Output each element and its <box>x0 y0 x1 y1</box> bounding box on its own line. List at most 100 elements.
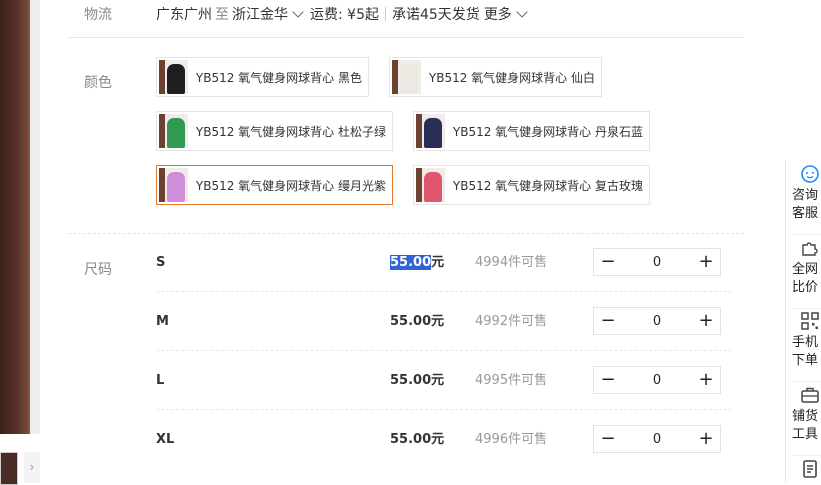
shipping-fee: 运费: ¥5起 <box>310 7 379 23</box>
color-swatch-image <box>159 114 188 148</box>
sidebar-item[interactable] <box>792 459 821 482</box>
divider <box>68 37 744 38</box>
sidebar-item[interactable]: 手机 下单 <box>792 311 821 370</box>
thumbnail-next-arrow[interactable]: › <box>24 452 40 483</box>
color-option[interactable]: YB512 氧气健身网球背心 复古玫瑰 <box>413 165 650 205</box>
color-swatch-image <box>416 114 445 148</box>
more-button[interactable]: 更多 <box>484 4 512 24</box>
currency-unit: 元 <box>431 314 445 329</box>
color-option[interactable]: YB512 氧气健身网球背心 缦月光紫 <box>156 165 393 205</box>
delivery-promise: 承诺45天发货 <box>391 7 480 23</box>
floating-sidebar: 咨询客服全网比价手机下单铺货工具 <box>785 160 821 483</box>
ship-from: 广东广州 <box>156 7 212 23</box>
price-value: 55.00 <box>390 314 432 329</box>
price-value: 55.00 <box>390 432 432 447</box>
increment-button[interactable]: + <box>692 308 720 334</box>
size-name: XL <box>156 432 175 447</box>
decrement-button[interactable]: − <box>594 426 622 452</box>
document-icon <box>792 459 821 479</box>
stock-count: 4996件可售 <box>475 432 548 447</box>
sidebar-label-line2: 客服 <box>792 206 819 221</box>
size-name: L <box>156 373 165 388</box>
quantity-input[interactable]: 0 <box>622 432 692 447</box>
color-option-label: YB512 氧气健身网球背心 仙白 <box>428 70 595 85</box>
stock-count: 4992件可售 <box>475 314 548 329</box>
ship-to-word: 至 <box>215 7 229 23</box>
sidebar-label-line1: 全网 <box>792 262 819 277</box>
stock-count: 4995件可售 <box>475 373 548 388</box>
quantity-input[interactable]: 0 <box>622 373 692 388</box>
chat-icon <box>792 164 821 184</box>
divider <box>792 381 821 382</box>
color-swatch-image <box>159 168 188 202</box>
currency-unit: 元 <box>431 255 445 270</box>
size-name: M <box>156 314 169 329</box>
sidebar-item[interactable]: 铺货 工具 <box>792 385 821 444</box>
color-option-label: YB512 氧气健身网球背心 杜松子绿 <box>195 124 386 139</box>
divider <box>156 409 732 410</box>
color-swatch-image <box>392 60 421 94</box>
price-value: 55.00 <box>390 255 432 270</box>
qr-code-icon <box>792 311 821 331</box>
quantity-stepper: −0 + <box>593 248 721 276</box>
color-option[interactable]: YB512 氧气健身网球背心 黑色 <box>156 57 369 97</box>
divider <box>792 308 821 309</box>
shipping-info: 广东广州 至 浙江金华 运费: ¥5起 承诺45天发货 更多 <box>156 4 534 24</box>
quantity-stepper: −0 + <box>593 425 721 453</box>
increment-button[interactable]: + <box>692 426 720 452</box>
sidebar-item[interactable]: 咨询 客服 <box>792 164 821 223</box>
size-row: M 55.00元 4992件可售 −0 + <box>156 293 732 351</box>
quantity-stepper: −0 + <box>593 366 721 394</box>
divider <box>156 350 732 351</box>
chevron-down-icon[interactable] <box>292 6 304 18</box>
stock-count: 4994件可售 <box>475 255 548 270</box>
quantity-stepper: −0 + <box>593 307 721 335</box>
puzzle-icon <box>792 238 821 258</box>
sidebar-label-line1: 咨询 <box>792 188 819 203</box>
divider <box>384 7 386 21</box>
price: 55.00元 <box>390 411 444 469</box>
color-option[interactable]: YB512 氧气健身网球背心 杜松子绿 <box>156 111 393 151</box>
color-swatch-image <box>416 168 445 202</box>
sidebar-label-line2: 下单 <box>792 353 819 368</box>
currency-unit: 元 <box>431 373 445 388</box>
price: 55.00元 <box>390 352 444 410</box>
color-option[interactable]: YB512 氧气健身网球背心 仙白 <box>389 57 602 97</box>
ship-to-selector[interactable]: 浙江金华 <box>232 4 288 24</box>
increment-button[interactable]: + <box>692 249 720 275</box>
color-option-label: YB512 氧气健身网球背心 缦月光紫 <box>195 178 386 193</box>
sidebar-label-line1: 手机 <box>792 335 819 350</box>
size-row: S 55.00元 4994件可售 −0 + <box>156 234 732 292</box>
increment-button[interactable]: + <box>692 367 720 393</box>
decrement-button[interactable]: − <box>594 367 622 393</box>
color-label: 颜色 <box>84 75 112 91</box>
sidebar-label-line2: 工具 <box>792 427 819 442</box>
size-row: L 55.00元 4995件可售 −0 + <box>156 352 732 410</box>
price: 55.00元 <box>390 234 444 292</box>
color-swatch-image <box>159 60 188 94</box>
size-row: XL 55.00元 4996件可售 −0 + <box>156 411 732 469</box>
product-thumbnail[interactable] <box>0 452 18 485</box>
color-option-label: YB512 氧气健身网球背心 丹泉石蓝 <box>452 124 643 139</box>
shipping-label: 物流 <box>84 7 112 23</box>
price: 55.00元 <box>390 293 444 351</box>
color-option-label: YB512 氧气健身网球背心 复古玫瑰 <box>452 178 643 193</box>
quantity-input[interactable]: 0 <box>622 255 692 270</box>
sidebar-item[interactable]: 全网 比价 <box>792 238 821 297</box>
color-option[interactable]: YB512 氧气健身网球背心 丹泉石蓝 <box>413 111 650 151</box>
product-main-image <box>0 0 40 434</box>
briefcase-icon <box>792 385 821 405</box>
divider <box>792 455 821 456</box>
size-label: 尺码 <box>84 262 112 278</box>
divider <box>792 234 821 235</box>
color-option-label: YB512 氧气健身网球背心 黑色 <box>195 70 362 85</box>
divider <box>156 291 732 292</box>
price-value: 55.00 <box>390 373 432 388</box>
chevron-down-icon[interactable] <box>516 6 528 18</box>
decrement-button[interactable]: − <box>594 308 622 334</box>
currency-unit: 元 <box>431 432 445 447</box>
sidebar-label-line1: 铺货 <box>792 409 819 424</box>
decrement-button[interactable]: − <box>594 249 622 275</box>
quantity-input[interactable]: 0 <box>622 314 692 329</box>
sidebar-label-line2: 比价 <box>792 280 819 295</box>
